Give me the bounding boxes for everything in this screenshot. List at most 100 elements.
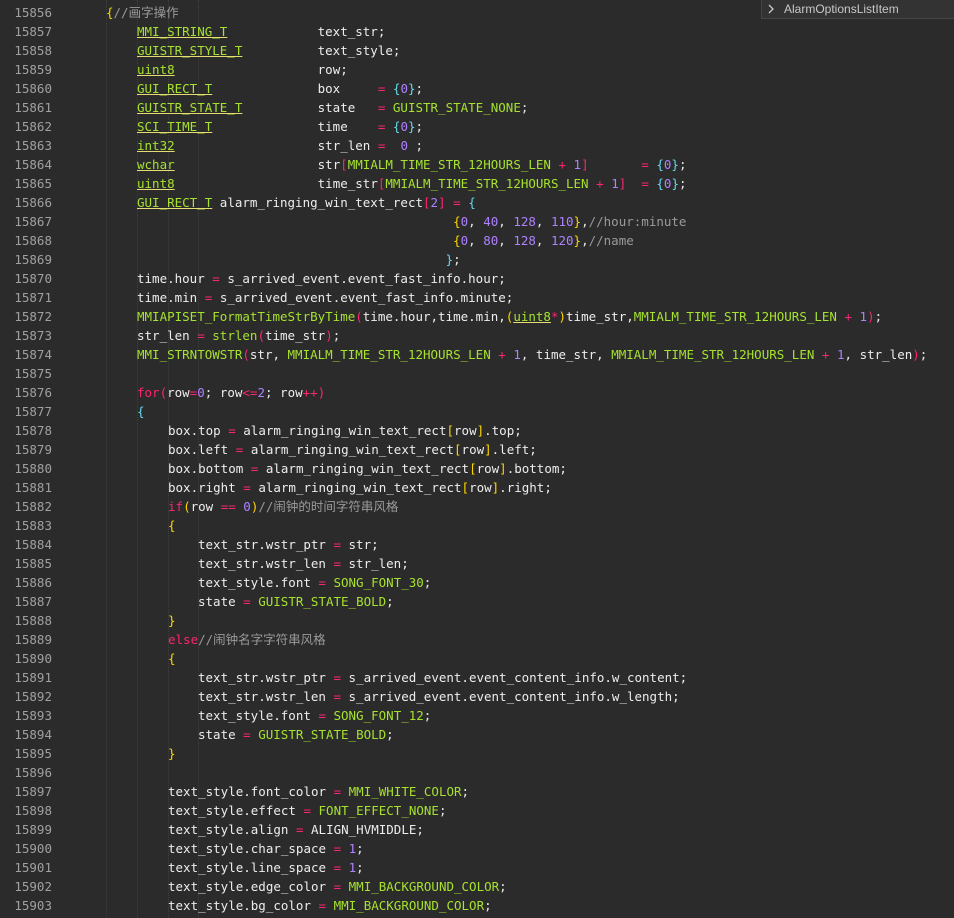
code-token: } <box>445 252 454 267</box>
line-number: 15886 <box>14 575 52 590</box>
line-number: 15889 <box>14 632 52 647</box>
code-token: ( <box>183 499 191 514</box>
code-token: row <box>476 461 500 476</box>
code-token: } <box>168 746 176 761</box>
code-editor[interactable]: {//画字操作 MMI_STRING_T text_str; GUISTR_STYL… <box>76 0 954 918</box>
code-line: GUISTR_STATE_T state = GUISTR_STATE_NONE… <box>137 98 528 117</box>
line-number: 15859 <box>14 62 52 77</box>
code-token: 1 <box>513 347 521 362</box>
code-line: text_str.wstr_ptr = s_arrived_event.even… <box>198 668 687 687</box>
code-token: //闹钟的时间字符串风格 <box>258 499 399 514</box>
code-token: wchar <box>137 157 175 172</box>
code-line: state = GUISTR_STATE_BOLD; <box>198 592 394 611</box>
code-line: text_style.align = ALIGN_HVMIDDLE; <box>168 820 424 839</box>
code-token: GUI_RECT_T <box>137 195 213 210</box>
code-token: { <box>453 233 461 248</box>
code-token: SONG_FONT_12 <box>333 708 424 723</box>
code-line: { <box>137 402 145 421</box>
code-token: ; <box>332 328 341 343</box>
symbol-breadcrumb[interactable]: AlarmOptionsListItem <box>761 0 954 19</box>
code-token: MMIALM_TIME_STR_12HOURS_LEN <box>385 176 589 191</box>
line-number: 15892 <box>14 689 52 704</box>
code-line: str_len = strlen(time_str); <box>137 326 340 345</box>
code-token: ; <box>264 385 281 400</box>
code-line: { <box>168 516 176 535</box>
code-token: MMIAPISET_FormatTimeStrByTime <box>137 309 356 324</box>
code-token: ; <box>678 176 687 191</box>
code-line: {0, 80, 128, 120},//name <box>137 231 634 250</box>
code-token: ; <box>204 385 220 400</box>
code-token: else <box>168 632 199 647</box>
code-token: str <box>317 157 341 172</box>
code-token: s_arrived_event.event_fast_info.hour; <box>227 271 506 286</box>
code-token: ; <box>386 727 394 742</box>
code-token: ; <box>386 594 394 609</box>
code-token: 1 <box>611 176 619 191</box>
code-token: strlen <box>212 328 258 343</box>
code-token: //闹钟名字字符串风格 <box>198 632 326 647</box>
code-line: text_style.font = SONG_FONT_30; <box>198 573 431 592</box>
code-token: //hour:minute <box>588 214 687 229</box>
code-token: <= <box>242 385 258 400</box>
code-line: box.bottom = alarm_ringing_win_text_rect… <box>168 459 567 478</box>
code-token: MMI_STRING_T <box>137 24 228 39</box>
code-token: text_style.font_color <box>168 784 327 799</box>
code-token: ; <box>461 784 470 799</box>
code-token: text_style.edge_color <box>168 879 327 894</box>
line-number: 15902 <box>14 879 52 894</box>
code-token: time_str, <box>535 347 604 362</box>
code-line: { <box>168 649 176 668</box>
code-token: row <box>461 442 485 457</box>
code-token: text_style.font <box>198 708 311 723</box>
code-token: //name <box>588 233 634 248</box>
code-token: text_str; <box>317 24 386 39</box>
indent-guide <box>106 0 107 918</box>
code-token: GUISTR_STYLE_T <box>137 43 243 58</box>
code-token: = <box>333 841 342 856</box>
line-number: 15898 <box>14 803 52 818</box>
code-token: str, <box>249 347 280 362</box>
code-token: ; <box>423 575 432 590</box>
line-number: 15858 <box>14 43 52 58</box>
code-token: , <box>498 214 514 229</box>
code-token: //画字操作 <box>113 5 179 20</box>
code-token: ; <box>356 841 364 856</box>
code-token: time_str, <box>566 309 634 324</box>
breadcrumb-label: AlarmOptionsListItem <box>784 2 899 16</box>
code-token: } <box>168 613 176 628</box>
code-token: s_arrived_event.event_fast_info.minute; <box>219 290 514 305</box>
line-number: 15863 <box>14 138 52 153</box>
code-token: , <box>468 214 484 229</box>
code-token: ) <box>325 328 333 343</box>
line-number: 15893 <box>14 708 52 723</box>
code-token: MMI_BACKGROUND_COLOR <box>333 898 485 913</box>
code-token: alarm_ringing_win_text_rect <box>243 423 447 438</box>
code-token: 0 <box>197 385 205 400</box>
line-number: 15899 <box>14 822 52 837</box>
code-token: time.min <box>137 290 198 305</box>
code-line: MMIAPISET_FormatTimeStrByTime(time.hour,… <box>137 307 882 326</box>
code-token: , <box>468 233 484 248</box>
code-token: = <box>333 689 341 704</box>
code-line: uint8 row; <box>137 60 348 79</box>
code-token: text_style.align <box>168 822 289 837</box>
code-token: MMIALM_TIME_STR_12HOURS_LEN <box>611 347 815 362</box>
code-line: {//画字操作 <box>106 3 179 22</box>
